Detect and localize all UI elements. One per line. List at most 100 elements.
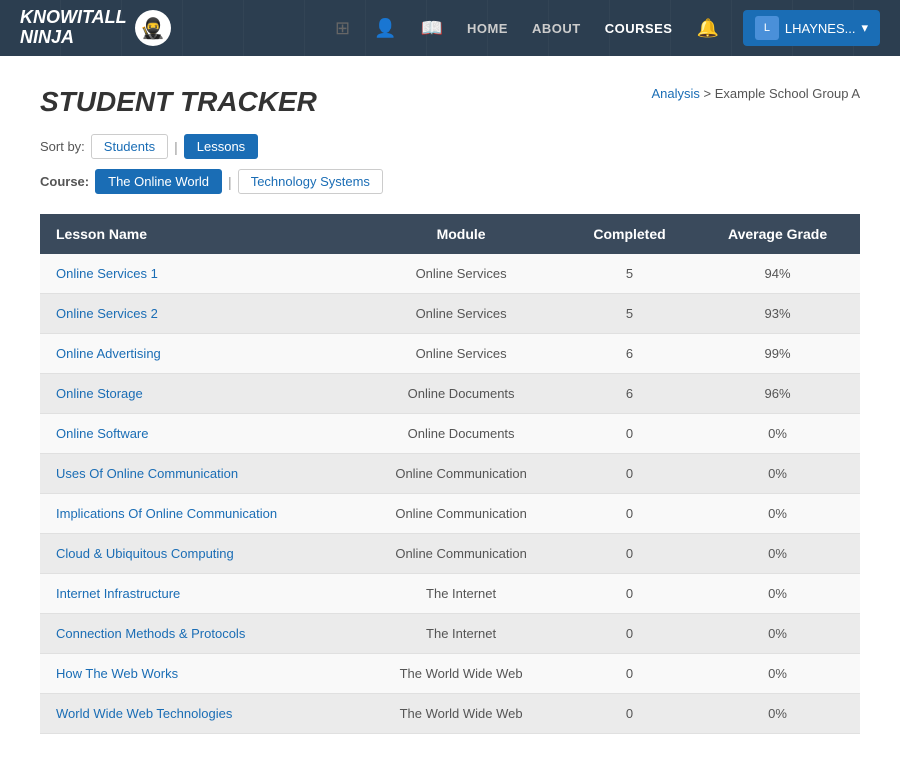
- cell-avg-grade: 0%: [695, 494, 860, 534]
- logo-icon: 🥷: [135, 10, 171, 46]
- lesson-link[interactable]: Online Services 1: [56, 266, 158, 281]
- user-avatar: L: [755, 16, 779, 40]
- cell-avg-grade: 0%: [695, 414, 860, 454]
- cell-lesson-name: Online Storage: [40, 374, 358, 414]
- cell-completed: 0: [564, 654, 695, 694]
- lesson-link[interactable]: Uses Of Online Communication: [56, 466, 238, 481]
- lesson-link[interactable]: Connection Methods & Protocols: [56, 626, 245, 641]
- nav-courses[interactable]: COURSES: [605, 21, 673, 36]
- course-online-world-button[interactable]: The Online World: [95, 169, 222, 194]
- table-header-row: Lesson Name Module Completed Average Gra…: [40, 214, 860, 254]
- user-nav-icon: 👤: [374, 18, 396, 39]
- table-row: Uses Of Online Communication Online Comm…: [40, 454, 860, 494]
- cell-lesson-name: Online Services 2: [40, 294, 358, 334]
- table-row: Online Software Online Documents 0 0%: [40, 414, 860, 454]
- cell-completed: 0: [564, 414, 695, 454]
- cell-module: Online Communication: [358, 454, 564, 494]
- cell-module: Online Communication: [358, 494, 564, 534]
- cell-module: Online Services: [358, 254, 564, 294]
- sort-divider: |: [174, 139, 178, 155]
- breadcrumb: Analysis > Example School Group A: [652, 86, 861, 101]
- cell-avg-grade: 96%: [695, 374, 860, 414]
- lesson-link[interactable]: Online Software: [56, 426, 149, 441]
- sort-students-button[interactable]: Students: [91, 134, 168, 159]
- cell-completed: 5: [564, 294, 695, 334]
- cell-avg-grade: 0%: [695, 454, 860, 494]
- table-row: Online Storage Online Documents 6 96%: [40, 374, 860, 414]
- nav-links: ⊞ 👤 📖 HOME ABOUT COURSES 🔔 L LHAYNES... …: [335, 10, 880, 46]
- logo-text: KNOWITALLNINJA: [20, 8, 127, 48]
- cell-completed: 0: [564, 534, 695, 574]
- cell-completed: 0: [564, 574, 695, 614]
- cell-completed: 6: [564, 374, 695, 414]
- cell-avg-grade: 0%: [695, 574, 860, 614]
- course-divider: |: [228, 174, 232, 190]
- col-lesson-name: Lesson Name: [40, 214, 358, 254]
- cell-completed: 0: [564, 454, 695, 494]
- lesson-link[interactable]: Implications Of Online Communication: [56, 506, 277, 521]
- cell-module: Online Services: [358, 294, 564, 334]
- course-label: Course:: [40, 174, 89, 189]
- sort-bar: Sort by: Students | Lessons: [40, 134, 860, 159]
- lessons-table: Lesson Name Module Completed Average Gra…: [40, 214, 860, 734]
- cell-completed: 0: [564, 614, 695, 654]
- cell-avg-grade: 99%: [695, 334, 860, 374]
- lesson-link[interactable]: Online Services 2: [56, 306, 158, 321]
- cell-avg-grade: 93%: [695, 294, 860, 334]
- cell-avg-grade: 0%: [695, 654, 860, 694]
- table-row: How The Web Works The World Wide Web 0 0…: [40, 654, 860, 694]
- sort-lessons-button[interactable]: Lessons: [184, 134, 258, 159]
- cell-lesson-name: Online Services 1: [40, 254, 358, 294]
- cell-lesson-name: Implications Of Online Communication: [40, 494, 358, 534]
- table-row: Connection Methods & Protocols The Inter…: [40, 614, 860, 654]
- cell-lesson-name: Online Software: [40, 414, 358, 454]
- cell-lesson-name: How The Web Works: [40, 654, 358, 694]
- cell-avg-grade: 94%: [695, 254, 860, 294]
- main-content: STUDENT TRACKER Analysis > Example Schoo…: [0, 56, 900, 764]
- breadcrumb-separator: > Example School Group A: [704, 86, 860, 101]
- cell-module: The Internet: [358, 614, 564, 654]
- bell-icon[interactable]: 🔔: [696, 18, 718, 39]
- col-avg-grade: Average Grade: [695, 214, 860, 254]
- lesson-link[interactable]: Online Storage: [56, 386, 143, 401]
- table-row: Online Services 2 Online Services 5 93%: [40, 294, 860, 334]
- lesson-link[interactable]: Online Advertising: [56, 346, 161, 361]
- logo[interactable]: KNOWITALLNINJA 🥷: [20, 8, 171, 48]
- lesson-link[interactable]: Internet Infrastructure: [56, 586, 180, 601]
- cell-lesson-name: Connection Methods & Protocols: [40, 614, 358, 654]
- nav-about[interactable]: ABOUT: [532, 21, 581, 36]
- cell-module: The Internet: [358, 574, 564, 614]
- cell-module: Online Services: [358, 334, 564, 374]
- lesson-link[interactable]: World Wide Web Technologies: [56, 706, 232, 721]
- cell-module: Online Documents: [358, 374, 564, 414]
- table-row: Online Advertising Online Services 6 99%: [40, 334, 860, 374]
- cell-module: Online Documents: [358, 414, 564, 454]
- user-menu-button[interactable]: L LHAYNES... ▾: [743, 10, 880, 46]
- col-module: Module: [358, 214, 564, 254]
- table-row: Cloud & Ubiquitous Computing Online Comm…: [40, 534, 860, 574]
- cell-module: The World Wide Web: [358, 654, 564, 694]
- page-title: STUDENT TRACKER: [40, 86, 317, 118]
- breadcrumb-analysis-link[interactable]: Analysis: [652, 86, 700, 101]
- table-row: Online Services 1 Online Services 5 94%: [40, 254, 860, 294]
- book-nav-icon: 📖: [421, 18, 443, 39]
- lesson-link[interactable]: How The Web Works: [56, 666, 178, 681]
- table-row: Internet Infrastructure The Internet 0 0…: [40, 574, 860, 614]
- cell-completed: 6: [564, 334, 695, 374]
- cell-completed: 0: [564, 494, 695, 534]
- cell-lesson-name: Online Advertising: [40, 334, 358, 374]
- course-bar: Course: The Online World | Technology Sy…: [40, 169, 860, 194]
- dropdown-arrow-icon: ▾: [861, 20, 868, 36]
- course-tech-systems-button[interactable]: Technology Systems: [238, 169, 383, 194]
- home-nav-icon: ⊞: [335, 18, 350, 39]
- cell-avg-grade: 0%: [695, 534, 860, 574]
- cell-completed: 5: [564, 254, 695, 294]
- cell-lesson-name: Internet Infrastructure: [40, 574, 358, 614]
- col-completed: Completed: [564, 214, 695, 254]
- nav-home[interactable]: HOME: [467, 21, 508, 36]
- lesson-link[interactable]: Cloud & Ubiquitous Computing: [56, 546, 234, 561]
- cell-lesson-name: Uses Of Online Communication: [40, 454, 358, 494]
- sort-label: Sort by:: [40, 139, 85, 154]
- navbar: KNOWITALLNINJA 🥷 ⊞ 👤 📖 HOME ABOUT COURSE…: [0, 0, 900, 56]
- cell-module: Online Communication: [358, 534, 564, 574]
